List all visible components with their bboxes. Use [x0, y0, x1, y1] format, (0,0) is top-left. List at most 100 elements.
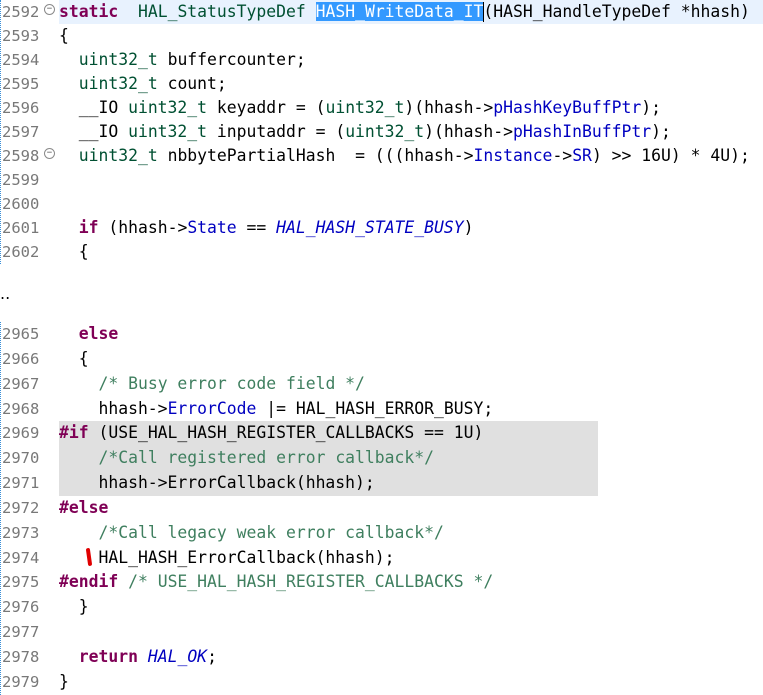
- code-token: HAL_HASH_STATE_BUSY: [276, 218, 464, 237]
- code-text: }: [59, 595, 89, 620]
- code-token: );: [641, 98, 661, 117]
- code-text: uint32_t nbbytePartialHash = (((hhash->I…: [59, 144, 750, 168]
- line-number: 2600: [2, 195, 40, 213]
- code-line[interactable]: 2601 if (hhash->State == HAL_HASH_STATE_…: [0, 216, 763, 240]
- code-line[interactable]: 2965 else: [0, 322, 763, 347]
- code-line[interactable]: 2967 /* Busy error code field */: [0, 372, 763, 397]
- code-line[interactable]: 2968 hhash->ErrorCode |= HAL_HASH_ERROR_…: [0, 397, 763, 422]
- code-token: buffercounter;: [157, 50, 306, 69]
- code-token: #else: [59, 497, 109, 517]
- code-line[interactable]: 2600: [0, 192, 763, 216]
- code-line[interactable]: 2970 /*Call registered error callback*/: [0, 446, 763, 472]
- line-number: 2972: [2, 498, 40, 517]
- code-line[interactable]: 2979}: [0, 670, 763, 695]
- line-number: 2596: [2, 99, 40, 117]
- line-number: 2594: [2, 51, 40, 69]
- code-editor-top[interactable]: 2592− static HAL_StatusTypeDef HASH_Write…: [0, 0, 763, 264]
- code-token: pHashInBuffPtr: [512, 122, 652, 141]
- code-token: hhash->: [59, 398, 168, 418]
- line-number: 2601: [2, 219, 40, 237]
- code-text: static HAL_StatusTypeDef HASH_WriteData_…: [59, 0, 763, 24]
- line-number: 2975: [2, 573, 40, 592]
- code-token: /* Busy error code field */: [98, 373, 365, 393]
- omission-marker: ..: [0, 284, 11, 303]
- code-token: __IO: [59, 98, 129, 117]
- code-token: ): [463, 218, 474, 237]
- code-text: HAL_HASH_ErrorCallback(hhash);: [59, 546, 394, 571]
- code-token: )(hhash->: [424, 122, 513, 141]
- code-line[interactable]: 2594 uint32_t buffercounter;: [0, 48, 763, 72]
- line-number: 2968: [2, 399, 40, 418]
- code-line[interactable]: 2599: [0, 168, 763, 192]
- code-token: State: [187, 218, 237, 237]
- selected-text: HASH_WriteData_IT: [315, 2, 484, 21]
- code-line[interactable]: 2966 {: [0, 347, 763, 372]
- code-token: uint32_t: [345, 122, 425, 141]
- code-line[interactable]: 2969 #if (USE_HAL_HASH_REGISTER_CALLBACKS…: [0, 421, 763, 447]
- line-number: 2978: [2, 647, 40, 666]
- code-token: |= HAL_HASH_ERROR_BUSY;: [256, 398, 494, 418]
- code-line[interactable]: 2598− uint32_t nbbytePartialHash = (((hh…: [0, 144, 763, 168]
- code-token: HAL_StatusTypeDef: [137, 2, 306, 21]
- code-token: Instance: [473, 146, 553, 165]
- line-number: 2979: [2, 672, 40, 691]
- code-line[interactable]: 2973 /*Call legacy weak error callback*/: [0, 521, 763, 546]
- code-editor-bottom[interactable]: 2965 else 2966 {2967 /* Busy error code f…: [0, 322, 763, 695]
- code-line[interactable]: 2978 return HAL_OK;: [0, 645, 763, 670]
- line-number: 2602: [2, 243, 40, 261]
- code-token: ErrorCode: [167, 398, 257, 418]
- code-line[interactable]: 2974 HAL_HASH_ErrorCallback(hhash);: [0, 546, 763, 571]
- code-token: {: [59, 242, 89, 261]
- code-token: #if: [59, 423, 89, 443]
- code-text: hhash->ErrorCode |= HAL_HASH_ERROR_BUSY;: [59, 397, 493, 422]
- collapse-fold-icon[interactable]: −: [44, 148, 55, 159]
- code-token: static: [59, 2, 119, 21]
- code-token: (USE_HAL_HASH_REGISTER_CALLBACKS == 1U): [88, 423, 484, 443]
- code-token: count;: [157, 74, 227, 93]
- code-text: uint32_t count;: [59, 72, 227, 96]
- code-line[interactable]: 2972 #else: [0, 496, 763, 521]
- code-token: }: [59, 671, 69, 691]
- line-number: 2595: [2, 75, 40, 93]
- code-token: uint32_t: [78, 146, 158, 165]
- code-token: uint32_t: [128, 122, 208, 141]
- code-text: {: [59, 240, 89, 264]
- code-line[interactable]: 2593 {: [0, 24, 763, 48]
- line-number: 2977: [2, 623, 40, 642]
- code-line[interactable]: 2592− static HAL_StatusTypeDef HASH_Write…: [0, 0, 763, 24]
- line-number: 2966: [2, 349, 40, 368]
- line-number: 2969: [2, 424, 40, 443]
- code-line[interactable]: 2595 uint32_t count;: [0, 72, 763, 96]
- code-text: __IO uint32_t inputaddr = (uint32_t)(hha…: [59, 120, 671, 144]
- code-line[interactable]: 2597 __IO uint32_t inputaddr = (uint32_t…: [0, 120, 763, 144]
- line-number: 2971: [2, 474, 40, 493]
- code-text: #endif /* USE_HAL_HASH_REGISTER_CALLBACK…: [59, 570, 493, 595]
- code-token: SR: [572, 146, 592, 165]
- line-number: 2599: [2, 171, 40, 189]
- code-token: ==: [236, 218, 277, 237]
- code-text: /*Call legacy weak error callback*/: [59, 521, 444, 546]
- code-text: #else: [59, 496, 108, 521]
- code-line[interactable]: 2596 __IO uint32_t keyaddr = (uint32_t)(…: [0, 96, 763, 120]
- code-token: ->: [552, 146, 573, 165]
- code-token: uint32_t: [128, 98, 208, 117]
- code-token: {: [59, 26, 69, 45]
- code-line[interactable]: 2976 }: [0, 595, 763, 620]
- code-text: hhash->ErrorCallback(hhash);: [59, 471, 598, 496]
- code-token: {: [59, 348, 89, 368]
- code-line[interactable]: 2975 #endif /* USE_HAL_HASH_REGISTER_CALL…: [0, 570, 763, 595]
- code-line[interactable]: 2977: [0, 620, 763, 645]
- code-line[interactable]: 2971 hhash->ErrorCallback(hhash);: [0, 471, 763, 496]
- code-text: /* Busy error code field */: [59, 372, 365, 397]
- code-line[interactable]: 2602 {: [0, 240, 763, 264]
- collapse-fold-icon[interactable]: −: [44, 4, 55, 15]
- code-token: /*Call legacy weak error callback*/: [98, 522, 444, 542]
- code-token: #endif: [59, 572, 119, 592]
